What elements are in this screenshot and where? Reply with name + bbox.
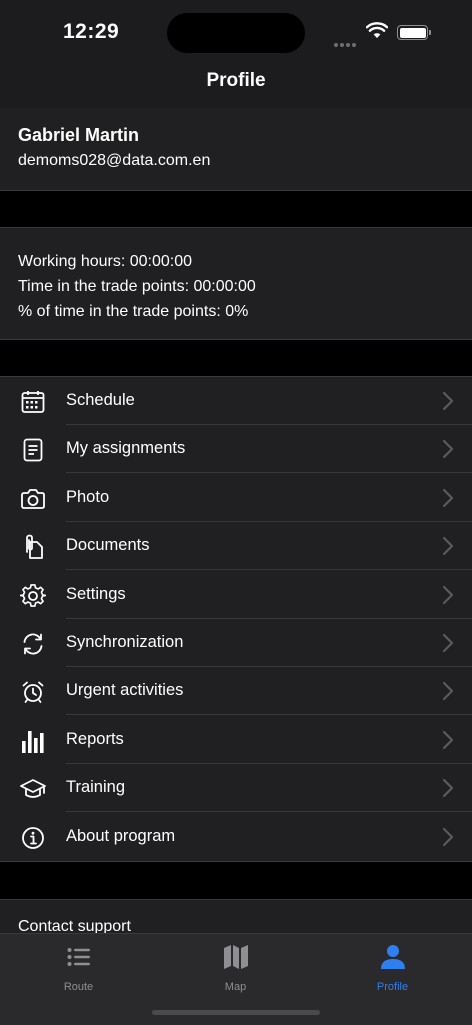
section-separator (0, 861, 472, 900)
menu-item-label: About program (66, 826, 176, 845)
menu-item-training[interactable]: Training (0, 764, 472, 813)
wifi-icon (366, 22, 388, 38)
menu-item-label: Settings (66, 584, 126, 603)
cellular-signal-icon (334, 34, 358, 52)
chevron-right-icon (442, 827, 454, 846)
dynamic-island (167, 13, 305, 53)
battery-icon (397, 25, 431, 40)
menu-item-label: My assignments (66, 439, 186, 458)
document-list-icon (19, 437, 47, 463)
calendar-icon (19, 389, 47, 415)
chevron-right-icon (442, 730, 454, 749)
menu-item-label: Photo (66, 487, 110, 506)
menu-item-reports[interactable]: Reports (0, 716, 472, 764)
tab-label: Map (224, 981, 247, 993)
menu-item-settings[interactable]: Settings (0, 571, 472, 619)
info-icon (19, 825, 47, 851)
menu-item-label: Synchronization (66, 633, 184, 651)
chevron-right-icon (442, 488, 454, 507)
user-name: Gabriel Martin (18, 125, 140, 145)
contact-support-label: Contact support (18, 918, 131, 934)
menu-item-label: Training (66, 778, 125, 797)
tab-profile[interactable]: Profile (314, 942, 471, 993)
menu-item-label: Reports (66, 729, 124, 748)
user-email: demoms028@data.com.en (18, 152, 211, 169)
menu-item-urgent-activities[interactable]: Urgent activities (0, 667, 472, 716)
menu-item-my-assignments[interactable]: My assignments (0, 425, 472, 474)
work-stats: Working hours: 00:00:00 Time in the trad… (0, 228, 472, 339)
menu-item-synchronization[interactable]: Synchronization (0, 619, 472, 667)
menu-item-schedule[interactable]: Schedule (0, 377, 472, 425)
user-info: Gabriel Martin demoms028@data.com.en (0, 108, 472, 190)
working-hours-text: Working hours: 00:00:00 (18, 253, 193, 270)
chevron-right-icon (442, 585, 454, 604)
menu-item-label: Documents (66, 536, 150, 555)
alarm-clock-icon (19, 679, 47, 705)
chevron-right-icon (442, 633, 454, 653)
camera-icon (19, 486, 47, 512)
chevron-right-icon (442, 682, 454, 701)
section-separator (0, 339, 472, 377)
sync-icon (19, 631, 47, 657)
gear-icon (19, 583, 47, 609)
profile-menu: Schedule My assignments Photo Documents (0, 377, 472, 861)
status-bar: 12:29 (0, 0, 472, 62)
tab-label: Route (63, 981, 94, 993)
chevron-right-icon (442, 779, 454, 798)
trade-points-percent-text: % of time in the trade points: 0% (18, 303, 249, 320)
bar-chart-icon (19, 728, 47, 754)
tab-label: Profile (376, 981, 409, 993)
page-title: Profile (206, 70, 266, 91)
list-icon (0, 942, 157, 972)
person-icon (314, 942, 471, 972)
menu-item-photo[interactable]: Photo (0, 474, 472, 522)
home-indicator (152, 1010, 320, 1015)
contact-support-item[interactable]: Contact support (0, 900, 472, 934)
section-separator (0, 190, 472, 228)
chevron-right-icon (442, 391, 454, 411)
documents-icon (19, 534, 47, 560)
menu-item-documents[interactable]: Documents (0, 522, 472, 571)
graduation-cap-icon (19, 776, 47, 802)
menu-item-label: Schedule (66, 391, 135, 409)
map-icon (157, 942, 314, 972)
tab-route[interactable]: Route (0, 942, 157, 993)
chevron-right-icon (442, 440, 454, 459)
status-time: 12:29 (63, 20, 120, 43)
tab-map[interactable]: Map (157, 942, 314, 993)
menu-item-label: Urgent activities (66, 681, 184, 700)
menu-item-about-program[interactable]: About program (0, 813, 472, 861)
chevron-right-icon (442, 537, 454, 556)
trade-points-time-text: Time in the trade points: 00:00:00 (18, 278, 256, 295)
